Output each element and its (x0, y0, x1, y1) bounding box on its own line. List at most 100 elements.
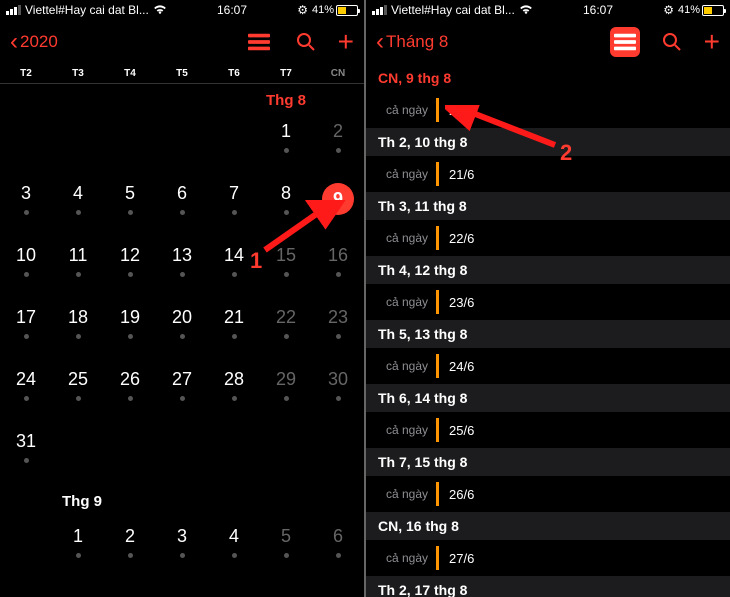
add-button[interactable]: + (704, 26, 720, 58)
day-header: Th 3, 11 thg 8 (366, 192, 730, 220)
calendar-day[interactable]: 1 (52, 518, 104, 580)
calendar-day[interactable]: 1 (260, 113, 312, 175)
calendar-day[interactable]: 23 (312, 299, 364, 361)
calendar-day[interactable]: 2 (312, 113, 364, 175)
annotation-label-1: 1 (250, 248, 262, 274)
calendar-day[interactable] (312, 423, 364, 485)
event-title: 20/6 (449, 103, 474, 118)
calendar-day[interactable]: 3 (0, 175, 52, 237)
list-view-button[interactable] (244, 27, 274, 57)
nav-bar: ‹ Tháng 8 + (366, 20, 730, 64)
calendar-day[interactable] (0, 518, 52, 580)
event-row[interactable]: cả ngày23/6 (366, 284, 730, 320)
calendar-day[interactable]: 18 (52, 299, 104, 361)
weekday-label: T2 (0, 68, 52, 79)
calendar-day[interactable]: 4 (52, 175, 104, 237)
day-header: Th 7, 15 thg 8 (366, 448, 730, 476)
status-bar: Viettel#Hay cai dat Bl... 16:07 ⚙ 41% (0, 0, 364, 20)
search-button[interactable] (296, 32, 316, 52)
event-row[interactable]: cả ngày21/6 (366, 156, 730, 192)
calendar-day[interactable]: 24 (0, 361, 52, 423)
calendar-day[interactable]: 12 (104, 237, 156, 299)
nav-bar: ‹ 2020 + (0, 20, 364, 64)
day-header: CN, 9 thg 8 (366, 64, 730, 92)
calendar-day[interactable]: 9 (312, 175, 364, 237)
event-color-bar (436, 162, 439, 186)
calendar-day[interactable] (104, 423, 156, 485)
weekday-label: T5 (156, 68, 208, 79)
event-row[interactable]: cả ngày 20/6 (366, 92, 730, 128)
calendar-day[interactable]: 21 (208, 299, 260, 361)
add-button[interactable]: + (338, 26, 354, 58)
calendar-day[interactable]: 19 (104, 299, 156, 361)
calendar-day[interactable]: 4 (208, 518, 260, 580)
calendar-day[interactable]: 31 (0, 423, 52, 485)
event-row[interactable]: cả ngày26/6 (366, 476, 730, 512)
calendar-day[interactable]: 25 (52, 361, 104, 423)
day-header: Th 4, 12 thg 8 (366, 256, 730, 284)
day-header: Th 2, 10 thg 8 (366, 128, 730, 156)
back-label: Tháng 8 (386, 32, 448, 52)
event-time: cả ngày (378, 551, 436, 565)
carrier-text: Viettel#Hay cai dat Bl... (25, 3, 149, 17)
calendar-day[interactable]: 26 (104, 361, 156, 423)
calendar-day[interactable] (208, 423, 260, 485)
calendar-day[interactable]: 5 (104, 175, 156, 237)
calendar-day[interactable]: 17 (0, 299, 52, 361)
event-time: cả ngày (378, 231, 436, 245)
calendar-day[interactable]: 15 (260, 237, 312, 299)
calendar-day[interactable]: 7 (208, 175, 260, 237)
day-header: Th 5, 13 thg 8 (366, 320, 730, 348)
calendar-day[interactable] (52, 423, 104, 485)
event-row[interactable]: cả ngày25/6 (366, 412, 730, 448)
phone-right: Viettel#Hay cai dat Bl... 16:07 ⚙ 41% ‹ … (366, 0, 730, 597)
calendar-day[interactable]: 29 (260, 361, 312, 423)
event-title: 27/6 (449, 551, 474, 566)
calendar-day[interactable]: 16 (312, 237, 364, 299)
calendar-day[interactable] (156, 423, 208, 485)
event-color-bar (436, 98, 439, 122)
chevron-left-icon: ‹ (10, 28, 18, 56)
back-button[interactable]: ‹ Tháng 8 (376, 28, 448, 56)
calendar-day[interactable]: 5 (260, 518, 312, 580)
calendar-day[interactable]: 2 (104, 518, 156, 580)
calendar-day[interactable] (52, 113, 104, 175)
event-row[interactable]: cả ngày 27/6 (366, 540, 730, 576)
calendar-day[interactable]: 3 (156, 518, 208, 580)
calendar-day[interactable]: 10 (0, 237, 52, 299)
calendar-day[interactable] (156, 113, 208, 175)
calendar-day[interactable]: 11 (52, 237, 104, 299)
calendar-day[interactable]: 8 (260, 175, 312, 237)
battery-icon (702, 5, 724, 16)
calendar-day[interactable]: 28 (208, 361, 260, 423)
calendar-day[interactable]: 30 (312, 361, 364, 423)
wifi-icon (153, 5, 167, 15)
event-time: cả ngày (378, 423, 436, 437)
back-button[interactable]: ‹ 2020 (10, 28, 58, 56)
event-row[interactable]: cả ngày22/6 (366, 220, 730, 256)
calendar-day[interactable]: 27 (156, 361, 208, 423)
back-label: 2020 (20, 32, 58, 52)
event-row[interactable]: cả ngày24/6 (366, 348, 730, 384)
calendar-day[interactable] (260, 423, 312, 485)
calendar-day[interactable]: 20 (156, 299, 208, 361)
calendar-day[interactable]: 6 (156, 175, 208, 237)
event-time: cả ngày (378, 103, 436, 117)
event-list[interactable]: CN, 9 thg 8cả ngày20/6Th 2, 10 thg 8cả n… (366, 64, 730, 597)
calendar-day[interactable] (208, 113, 260, 175)
event-color-bar (436, 482, 439, 506)
day-header: CN, 16 thg 8 (366, 512, 730, 540)
event-color-bar (436, 226, 439, 250)
calendar-grid[interactable]: Thg 8 1234567891011121314151617181920212… (0, 84, 364, 597)
calendar-day[interactable] (104, 113, 156, 175)
battery-icon (336, 5, 358, 16)
status-time: 16:07 (583, 3, 613, 17)
month-label-aug: Thg 8 (260, 84, 364, 113)
calendar-day[interactable] (0, 113, 52, 175)
search-button[interactable] (662, 32, 682, 52)
calendar-day[interactable]: 6 (312, 518, 364, 580)
calendar-day[interactable]: 13 (156, 237, 208, 299)
event-title: 21/6 (449, 167, 474, 182)
calendar-day[interactable]: 22 (260, 299, 312, 361)
list-view-button[interactable] (610, 27, 640, 57)
